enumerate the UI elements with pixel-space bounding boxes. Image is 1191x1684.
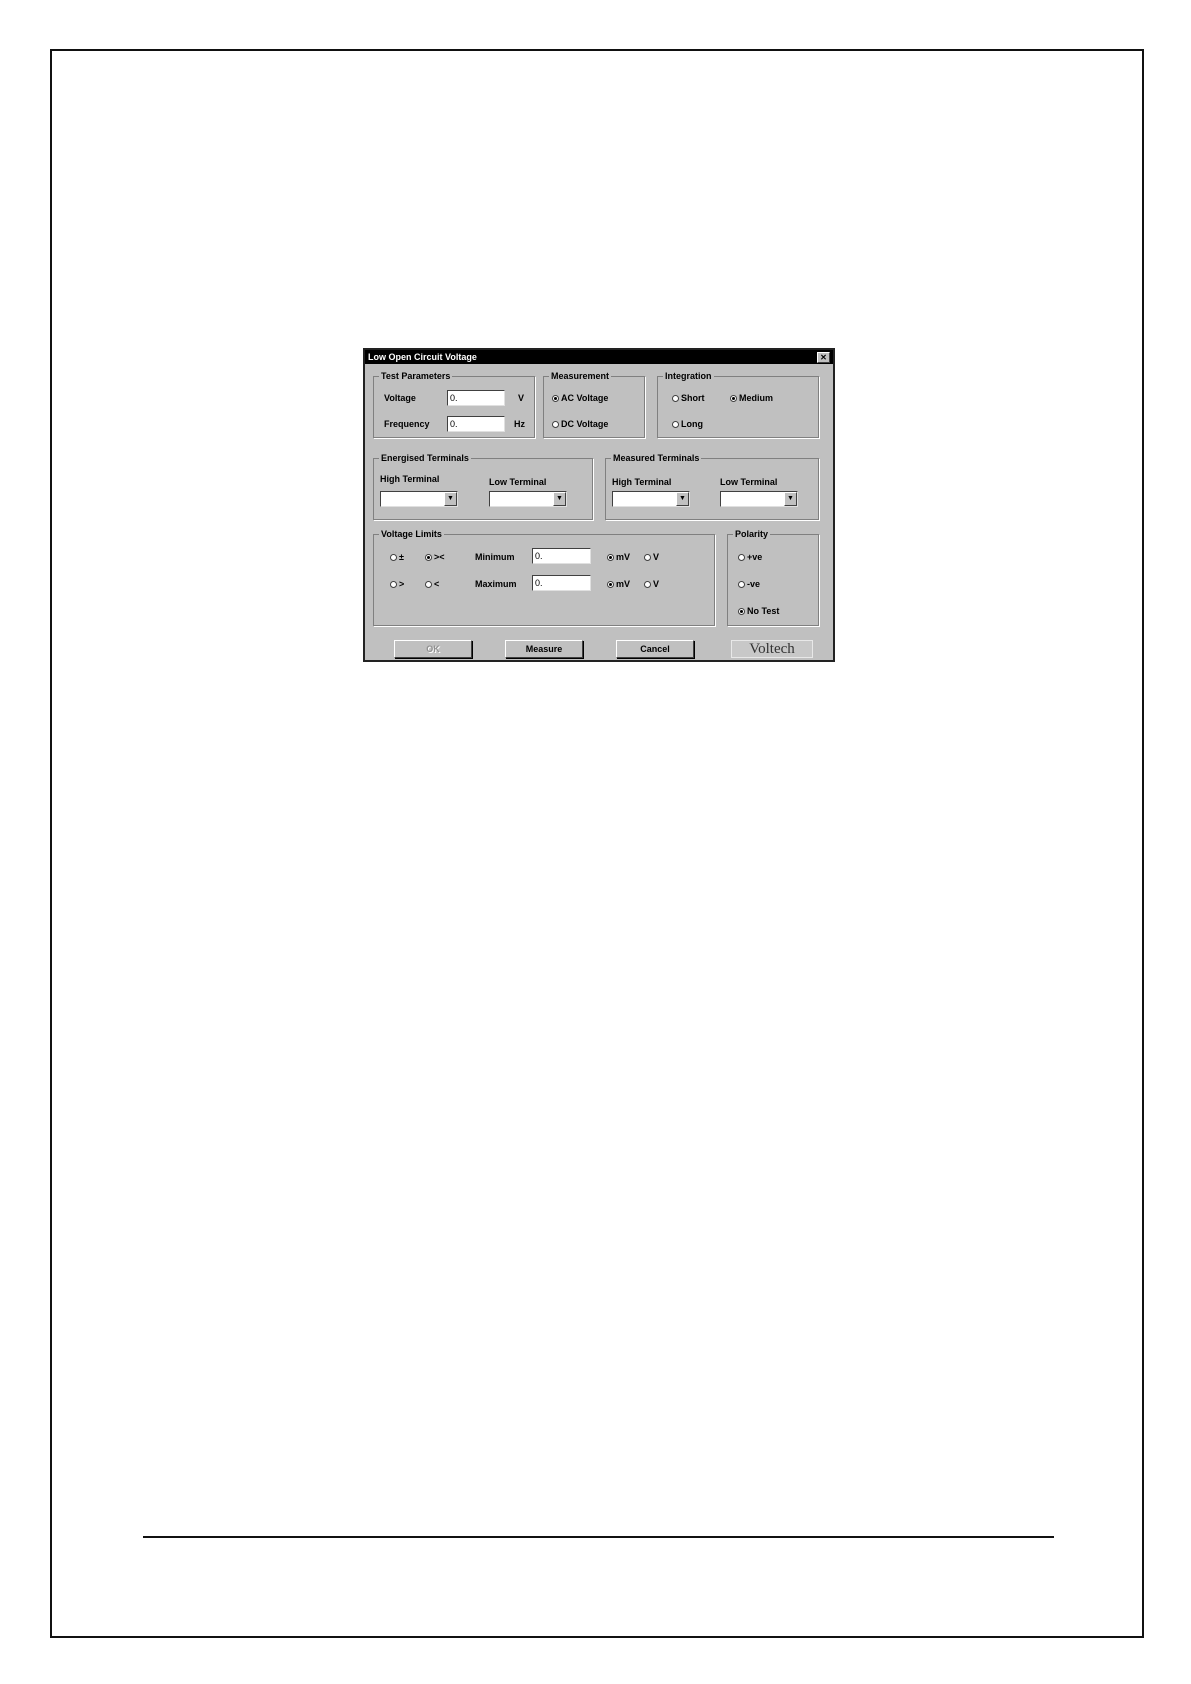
voltage-label: Voltage — [384, 393, 416, 403]
energised-high-terminal-select[interactable]: ▼ — [380, 491, 458, 507]
integration-group: Integration Short Medium Long — [657, 371, 819, 438]
maximum-label: Maximum — [475, 579, 517, 589]
minimum-label: Minimum — [475, 552, 515, 562]
voltage-limits-group: Voltage Limits ± >< > < Minimum 0. Maxim… — [373, 529, 715, 626]
measurement-label: Measurement — [549, 371, 612, 382]
radio-indicator — [644, 553, 651, 561]
polarity-group: Polarity +ve -ve No Test — [727, 529, 819, 626]
radio-dc-voltage[interactable]: DC Voltage — [552, 419, 608, 429]
low-open-circuit-voltage-dialog: Low Open Circuit Voltage ✕ Test Paramete… — [363, 348, 835, 662]
radio-indicator — [390, 553, 397, 561]
footer-rule — [143, 1536, 1054, 1538]
energised-low-terminal-label: Low Terminal — [489, 477, 547, 487]
measured-low-terminal-select[interactable]: ▼ — [720, 491, 798, 507]
radio-indicator — [552, 394, 559, 402]
radio-label: V — [653, 552, 660, 562]
close-button[interactable]: ✕ — [817, 352, 830, 363]
radio-label: > — [399, 579, 405, 589]
chevron-down-icon[interactable]: ▼ — [444, 492, 457, 506]
energised-low-terminal-select[interactable]: ▼ — [489, 491, 567, 507]
radio-long[interactable]: Long — [672, 419, 703, 429]
radio-minimum-v[interactable]: V — [644, 552, 659, 562]
radio-label: No Test — [747, 606, 780, 616]
radio-minimum-mv[interactable]: mV — [607, 552, 630, 562]
radio-no-test[interactable]: No Test — [738, 606, 779, 616]
radio-indicator — [730, 394, 737, 402]
radio-ac-voltage[interactable]: AC Voltage — [552, 393, 608, 403]
radio-greater-than[interactable]: > — [390, 579, 404, 589]
energised-high-terminal-label: High Terminal — [380, 474, 440, 484]
measured-low-terminal-label: Low Terminal — [720, 477, 778, 487]
radio-negative[interactable]: -ve — [738, 579, 760, 589]
radio-indicator — [390, 580, 397, 588]
energised-terminals-label: Energised Terminals — [379, 453, 471, 464]
radio-label: DC Voltage — [561, 419, 609, 429]
radio-plus-minus[interactable]: ± — [390, 552, 404, 562]
radio-label: mV — [616, 579, 631, 589]
maximum-input[interactable]: 0. — [532, 575, 591, 591]
voltage-limits-label: Voltage Limits — [379, 529, 444, 540]
measure-button[interactable]: Measure — [505, 640, 583, 658]
page-border — [50, 49, 1144, 1638]
test-parameters-group: Test Parameters Voltage 0. V Frequency 0… — [373, 371, 535, 438]
minimum-input[interactable]: 0. — [532, 548, 591, 564]
voltage-unit: V — [518, 393, 525, 403]
radio-label: Medium — [739, 393, 774, 403]
radio-short[interactable]: Short — [672, 393, 705, 403]
measured-high-terminal-label: High Terminal — [612, 477, 672, 487]
measured-terminals-group: Measured Terminals High Terminal Low Ter… — [605, 453, 819, 520]
radio-indicator — [552, 420, 559, 428]
radio-indicator — [644, 580, 651, 588]
chevron-down-icon[interactable]: ▼ — [553, 492, 566, 506]
voltech-logo: Voltech — [731, 640, 813, 658]
radio-indicator — [607, 580, 614, 588]
radio-positive[interactable]: +ve — [738, 552, 762, 562]
title-bar: Low Open Circuit Voltage ✕ — [365, 350, 833, 364]
radio-maximum-mv[interactable]: mV — [607, 579, 630, 589]
voltage-input[interactable]: 0. — [447, 390, 505, 406]
radio-label: Long — [681, 419, 703, 429]
close-icon: ✕ — [820, 353, 827, 362]
measured-terminals-label: Measured Terminals — [611, 453, 702, 464]
measured-high-terminal-select[interactable]: ▼ — [612, 491, 690, 507]
radio-indicator — [672, 394, 679, 402]
radio-indicator — [672, 420, 679, 428]
radio-indicator — [607, 553, 614, 561]
radio-label: < — [434, 579, 440, 589]
radio-medium[interactable]: Medium — [730, 393, 773, 403]
radio-indicator — [738, 607, 745, 615]
radio-label: -ve — [747, 579, 761, 589]
ok-button[interactable]: OK — [394, 640, 472, 658]
radio-less-than[interactable]: < — [425, 579, 439, 589]
radio-indicator — [738, 553, 745, 561]
chevron-down-icon[interactable]: ▼ — [676, 492, 689, 506]
radio-label: Short — [681, 393, 705, 403]
cancel-button[interactable]: Cancel — [616, 640, 694, 658]
dialog-title: Low Open Circuit Voltage — [368, 352, 477, 362]
test-parameters-label: Test Parameters — [379, 371, 453, 382]
frequency-input[interactable]: 0. — [447, 416, 505, 432]
radio-label: AC Voltage — [561, 393, 609, 403]
chevron-down-icon[interactable]: ▼ — [784, 492, 797, 506]
integration-label: Integration — [663, 371, 714, 382]
radio-label: V — [653, 579, 660, 589]
radio-maximum-v[interactable]: V — [644, 579, 659, 589]
radio-indicator — [425, 553, 432, 561]
radio-indicator — [738, 580, 745, 588]
energised-terminals-group: Energised Terminals High Terminal Low Te… — [373, 453, 593, 520]
polarity-label: Polarity — [733, 529, 771, 540]
radio-label: ± — [399, 552, 404, 562]
radio-label: mV — [616, 552, 631, 562]
radio-indicator — [425, 580, 432, 588]
radio-label: +ve — [747, 552, 763, 562]
measurement-group: Measurement AC Voltage DC Voltage — [543, 371, 645, 438]
frequency-unit: Hz — [514, 419, 525, 429]
radio-between[interactable]: >< — [425, 552, 445, 562]
radio-label: >< — [434, 552, 445, 562]
frequency-label: Frequency — [384, 419, 430, 429]
